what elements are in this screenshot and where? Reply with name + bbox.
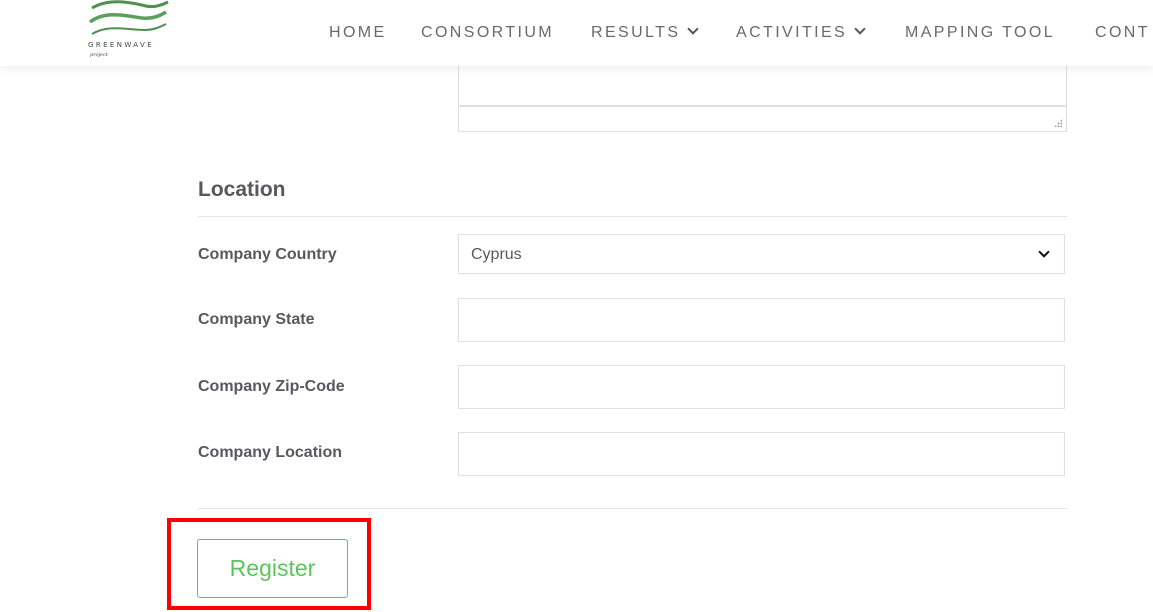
nav-item-label: CONT — [1095, 24, 1150, 41]
nav-item-home[interactable]: HOME — [329, 24, 387, 42]
nav-item-label: MAPPING TOOL — [905, 24, 1056, 41]
nav-item-consortium[interactable]: CONSORTIUM — [421, 24, 554, 42]
chevron-down-icon — [687, 23, 700, 35]
wave-icon — [88, 0, 169, 35]
nav-item-label: CONSORTIUM — [421, 24, 555, 41]
logo-wordmark: GREENWAVE — [88, 41, 155, 49]
register-button[interactable]: Register — [197, 539, 348, 598]
nav-item-label: RESULTS — [591, 24, 681, 41]
state-label: Company State — [198, 311, 315, 328]
section-divider — [198, 216, 1067, 217]
location-input[interactable] — [458, 432, 1065, 476]
location-label: Company Location — [198, 444, 343, 461]
nav-item-activities[interactable]: ACTIVITIES — [736, 23, 866, 42]
textarea-footer — [458, 106, 1067, 132]
nav-item-contact[interactable]: CONT — [1095, 24, 1150, 42]
section-title-location: Location — [198, 178, 286, 201]
zip-code-label: Company Zip-Code — [198, 378, 345, 395]
form-divider — [198, 508, 1067, 509]
country-label: Company Country — [198, 246, 337, 263]
chevron-down-icon — [1038, 246, 1050, 258]
nav-item-results[interactable]: RESULTS — [591, 23, 700, 42]
country-select[interactable]: Cyprus — [458, 234, 1065, 274]
resize-handle-icon[interactable] — [1054, 119, 1062, 127]
nav-item-label: ACTIVITIES — [736, 24, 848, 41]
logo-tagline: project — [90, 52, 108, 58]
zip-code-input[interactable] — [458, 365, 1065, 409]
site-header: GREENWAVE project HOME CONSORTIUM RESULT… — [0, 0, 1153, 66]
nav-item-mapping-tool[interactable]: MAPPING TOOL — [905, 24, 1055, 42]
chevron-down-icon — [854, 23, 866, 35]
nav-item-label: HOME — [329, 24, 387, 41]
greenwave-logo[interactable]: GREENWAVE project — [84, 0, 174, 66]
country-selected-value: Cyprus — [471, 246, 522, 263]
state-input[interactable] — [458, 298, 1065, 342]
